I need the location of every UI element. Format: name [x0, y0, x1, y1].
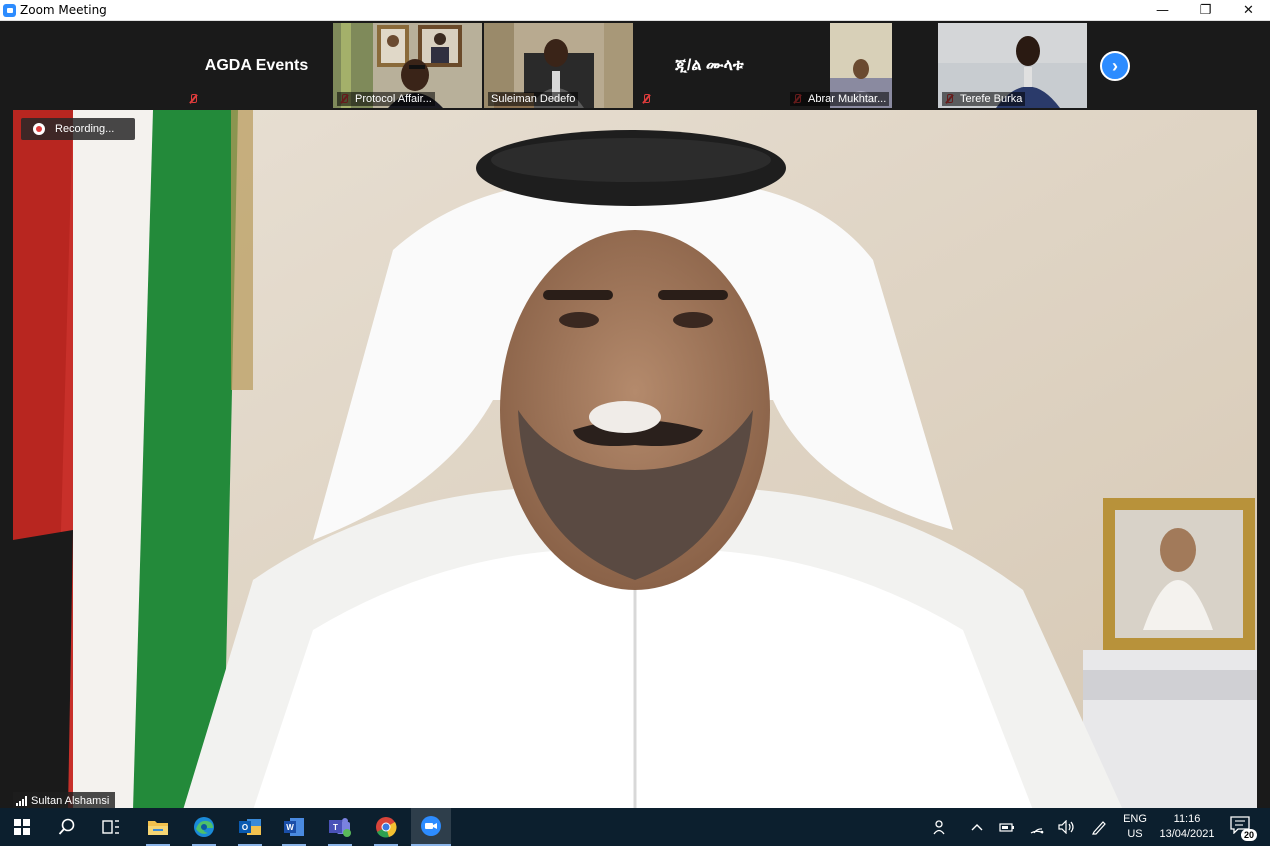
restore-button[interactable]: ❐ — [1184, 0, 1227, 21]
participant-tile[interactable]: Abrar Mukhtar... — [786, 23, 935, 108]
muted-mic-icon — [187, 93, 199, 105]
participant-tile[interactable]: Terefe Burka — [938, 23, 1087, 108]
active-speaker-video: Recording... Sultan Alshamsi — [13, 110, 1257, 810]
window-titlebar: Zoom Meeting — ❐ ✕ — [0, 0, 1270, 21]
edge-icon[interactable] — [184, 808, 224, 846]
pen-icon[interactable] — [1086, 808, 1112, 846]
window-title: Zoom Meeting — [20, 3, 107, 17]
participant-tile[interactable]: ጂ/ል ሙላቱ — [635, 23, 784, 108]
svg-text:T: T — [333, 823, 338, 832]
participant-tile[interactable]: Suleiman Dedefo — [484, 23, 633, 108]
windows-start-icon[interactable] — [2, 808, 42, 846]
task-view-icon[interactable] — [91, 808, 131, 846]
language-code: ENG — [1123, 813, 1147, 825]
chevron-up-icon[interactable] — [964, 808, 990, 846]
participant-name: Protocol Affair... — [337, 92, 435, 106]
file-explorer-icon[interactable] — [138, 808, 178, 846]
notification-center-icon[interactable]: 20 — [1230, 816, 1257, 841]
notification-count: 20 — [1240, 829, 1257, 841]
speaker-video-frame — [13, 110, 1257, 810]
participant-label: AGDA Events — [204, 57, 309, 74]
svg-text:O: O — [242, 823, 248, 832]
recording-indicator[interactable]: Recording... — [21, 118, 135, 140]
chrome-icon[interactable] — [366, 808, 406, 846]
participant-label: ጂ/ል ሙላቱ — [675, 57, 744, 74]
signal-strength-icon — [16, 796, 27, 806]
zoom-app-icon — [3, 3, 16, 17]
chevron-right-icon[interactable]: › — [1100, 51, 1130, 81]
participant-tile[interactable]: Protocol Affair... — [333, 23, 482, 108]
record-icon — [33, 123, 45, 135]
teams-icon[interactable]: T — [320, 808, 360, 846]
svg-text:W: W — [286, 823, 294, 832]
windows-taskbar: O W T ENG US 11:16 13/04/2021 20 — [0, 808, 1270, 846]
system-clock[interactable]: 11:16 13/04/2021 — [1155, 812, 1219, 842]
input-language[interactable]: ENG US — [1120, 812, 1150, 842]
participant-tile[interactable]: AGDA Events — [182, 23, 331, 108]
search-icon[interactable] — [47, 808, 87, 846]
zoom-icon[interactable] — [411, 808, 451, 846]
participant-name: Suleiman Dedefo — [488, 92, 579, 106]
clock-time: 11:16 — [1173, 813, 1201, 825]
participant-strip: AGDA Events Protocol Affair... Suleiman … — [0, 21, 1270, 109]
outlook-icon[interactable]: O — [230, 808, 270, 846]
people-icon[interactable] — [926, 808, 956, 846]
language-region: US — [1127, 828, 1143, 840]
recording-label: Recording... — [55, 123, 115, 135]
participant-name: Terefe Burka — [942, 92, 1026, 106]
close-button[interactable]: ✕ — [1227, 0, 1270, 21]
word-icon[interactable]: W — [274, 808, 314, 846]
battery-icon[interactable] — [994, 808, 1020, 846]
wifi-icon[interactable] — [1024, 808, 1050, 846]
muted-mic-icon — [640, 93, 652, 105]
speaker-name: Sultan Alshamsi — [31, 795, 110, 807]
speaker-volume-icon[interactable] — [1054, 808, 1080, 846]
clock-date: 13/04/2021 — [1159, 828, 1215, 840]
minimize-button[interactable]: — — [1141, 0, 1184, 21]
participant-name: Abrar Mukhtar... — [790, 92, 890, 106]
